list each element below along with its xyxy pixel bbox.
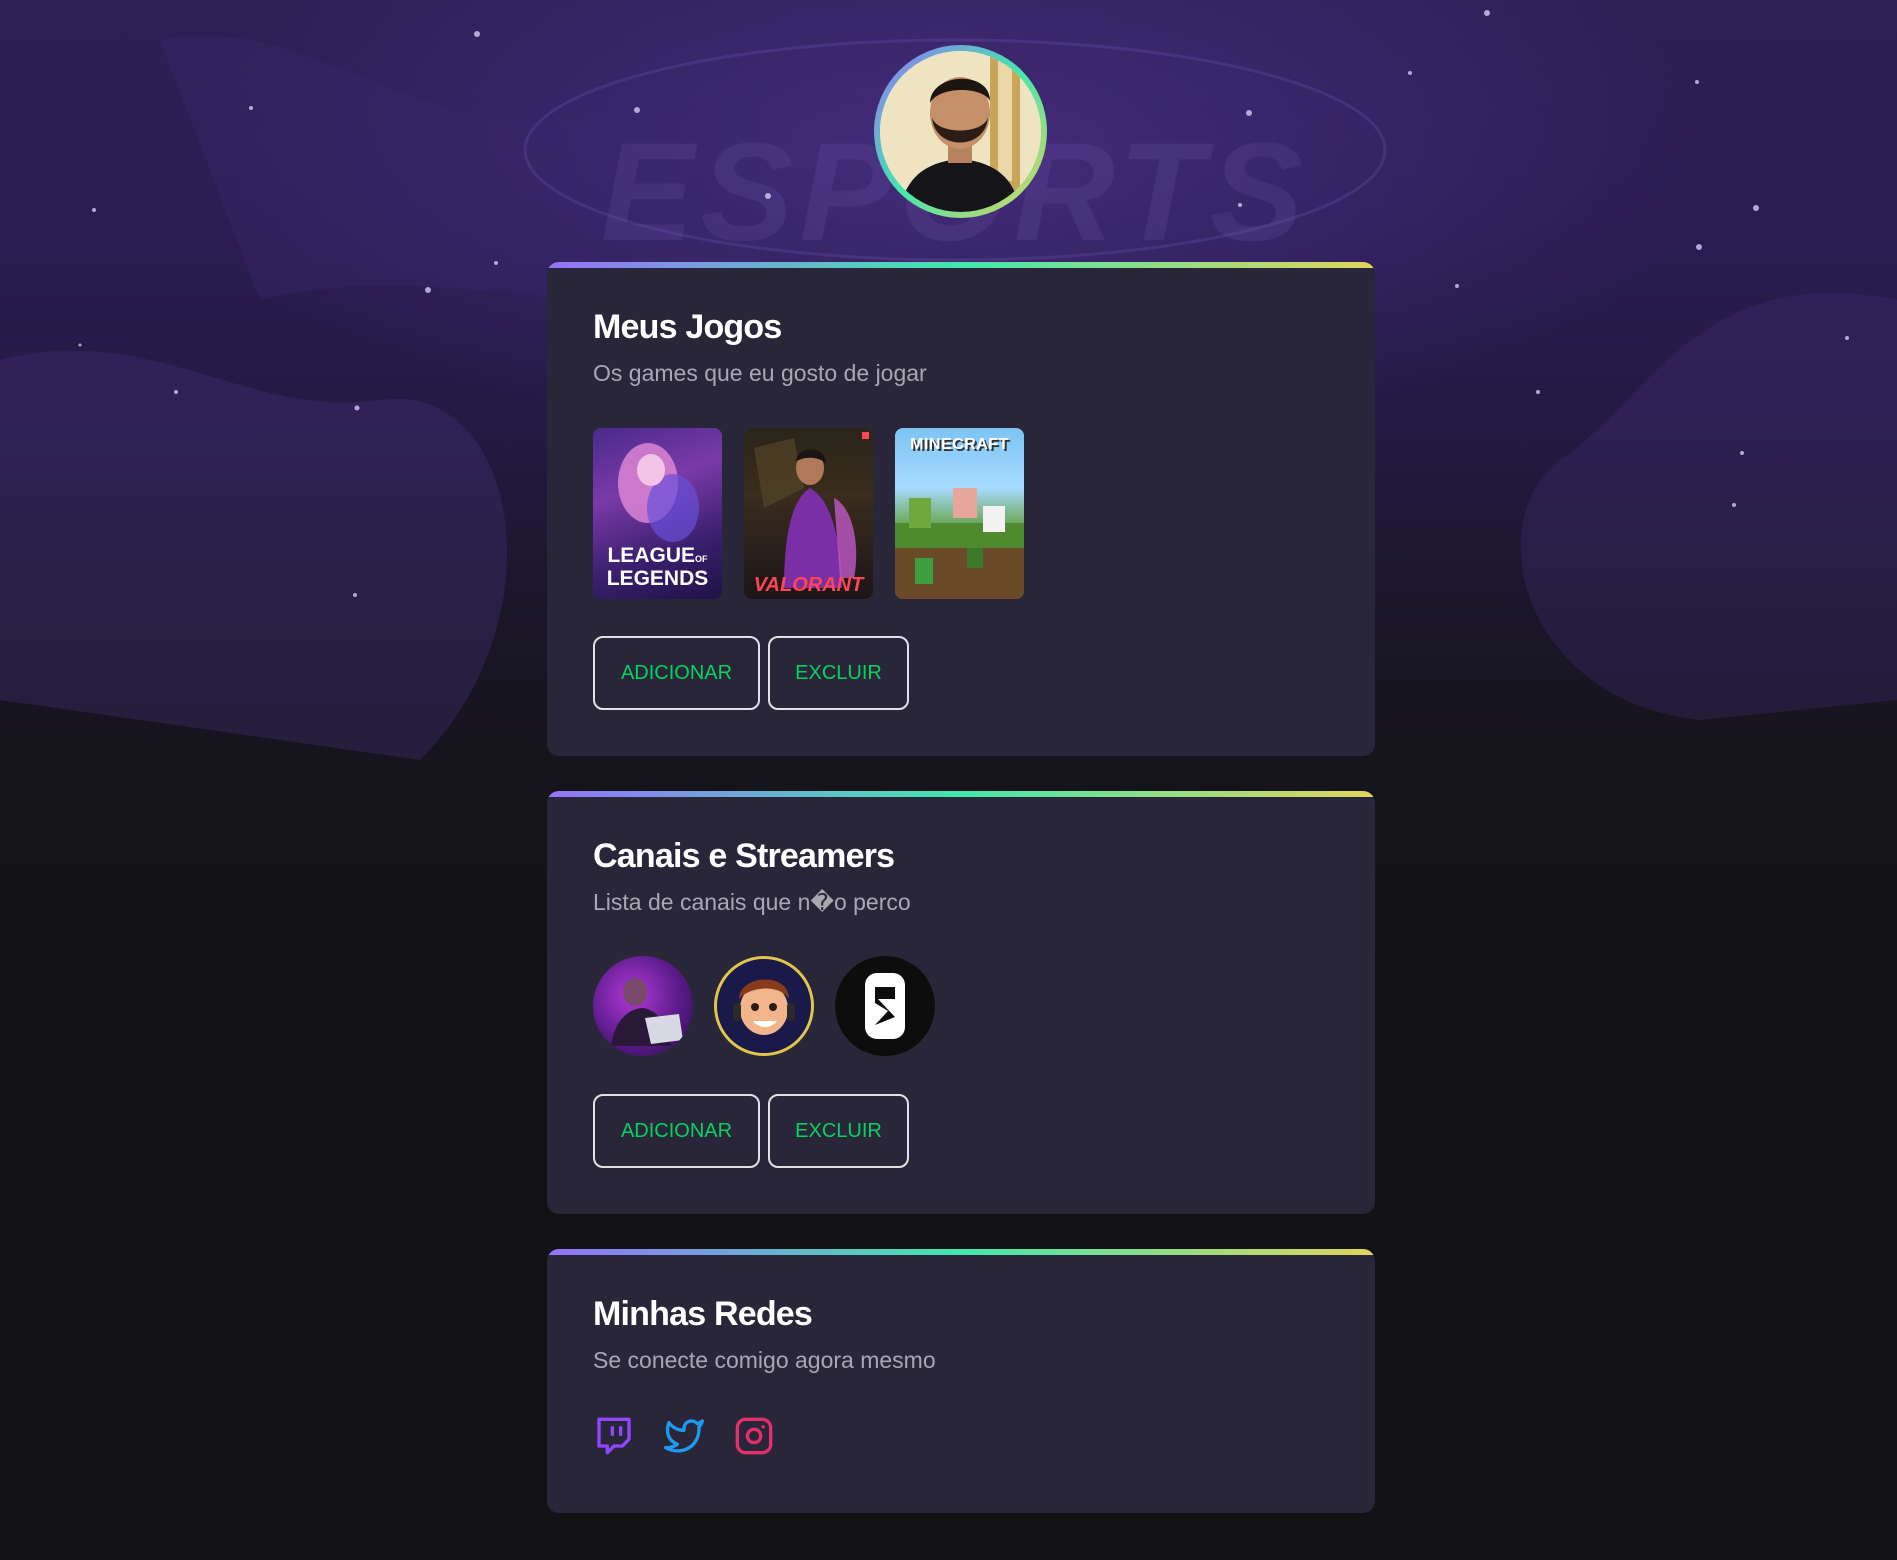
twitter-icon[interactable] (663, 1415, 705, 1457)
channels-list (593, 956, 935, 1056)
games-subtitle: Os games que eu gosto de jogar (593, 360, 927, 386)
channel-avatar-2[interactable] (714, 956, 814, 1056)
socials-title: Minhas Redes (593, 1295, 813, 1333)
add-channel-button[interactable]: ADICIONAR (593, 1094, 760, 1168)
games-list: LEAGUEOF LEGENDS VALORANT MINECRAFT (593, 428, 1024, 599)
profile-avatar (874, 45, 1047, 218)
profile-photo (880, 51, 1041, 212)
instagram-icon[interactable] (733, 1415, 775, 1457)
game-cover-minecraft[interactable]: MINECRAFT (895, 428, 1024, 599)
channels-actions: ADICIONAR EXCLUIR (593, 1094, 909, 1168)
games-card: Meus Jogos Os games que eu gosto de joga… (547, 262, 1375, 756)
minecraft-logo: MINECRAFT (910, 436, 1009, 453)
lol-logo-line2: LEGENDS (606, 567, 709, 590)
delete-game-button[interactable]: EXCLUIR (768, 636, 909, 710)
twitch-icon[interactable] (593, 1415, 635, 1457)
socials-subtitle: Se conecte comigo agora mesmo (593, 1347, 936, 1373)
lol-logo-of: OF (695, 554, 708, 564)
games-actions: ADICIONAR EXCLUIR (593, 636, 909, 710)
channels-title: Canais e Streamers (593, 837, 895, 875)
add-game-button[interactable]: ADICIONAR (593, 636, 760, 710)
lol-logo-line1: LEAGUE (607, 544, 695, 567)
game-cover-valorant[interactable]: VALORANT (744, 428, 873, 599)
channel-avatar-1[interactable] (593, 956, 693, 1056)
games-title: Meus Jogos (593, 308, 782, 346)
game-cover-league-of-legends[interactable]: LEAGUEOF LEGENDS (593, 428, 722, 599)
social-links (593, 1415, 775, 1457)
delete-channel-button[interactable]: EXCLUIR (768, 1094, 909, 1168)
valorant-logo: VALORANT (753, 574, 864, 596)
channels-card: Canais e Streamers Lista de canais que n… (547, 791, 1375, 1214)
channel-avatar-3[interactable] (835, 956, 935, 1056)
channels-subtitle: Lista de canais que n�o perco (593, 889, 911, 915)
socials-card: Minhas Redes Se conecte comigo agora mes… (547, 1249, 1375, 1513)
